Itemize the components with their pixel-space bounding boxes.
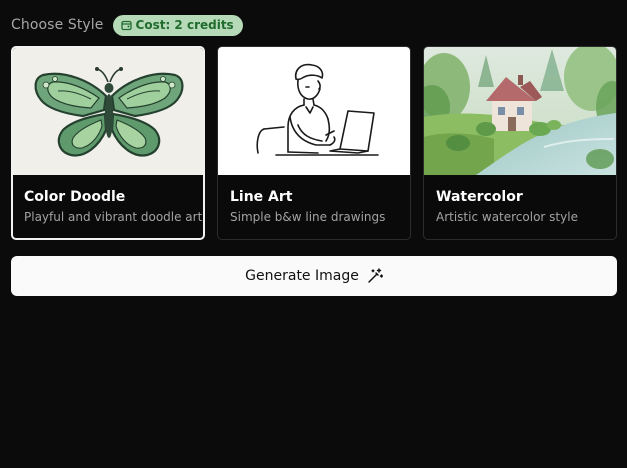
generate-button-label: Generate Image <box>245 268 359 284</box>
style-card-line-art[interactable]: Line Art Simple b&w line drawings <box>217 46 411 240</box>
watercolor-house-by-river <box>424 47 616 175</box>
card-description: Simple b&w line drawings <box>230 210 386 224</box>
style-options: Color Doodle Playful and vibrant doodle … <box>11 46 617 240</box>
card-info: Color Doodle Playful and vibrant doodle … <box>13 175 203 224</box>
cost-badge-text: Cost: 2 credits <box>135 18 234 32</box>
card-title: Watercolor <box>436 189 523 205</box>
style-header: Choose Style Cost: 2 credits <box>11 14 243 36</box>
choose-style-label: Choose Style <box>11 17 104 33</box>
generate-image-button[interactable]: Generate Image <box>11 256 617 296</box>
card-description: Artistic watercolor style <box>436 210 578 224</box>
cost-badge: Cost: 2 credits <box>112 14 243 36</box>
magic-wand-icon <box>368 268 383 283</box>
card-title: Line Art <box>230 189 293 205</box>
person-at-laptop-line-drawing <box>218 47 410 175</box>
style-card-watercolor[interactable]: Watercolor Artistic watercolor style <box>423 46 617 240</box>
card-title: Color Doodle <box>24 189 126 205</box>
butterfly-doodle-image <box>13 48 203 175</box>
card-description: Playful and vibrant doodle art <box>24 210 203 224</box>
card-info: Line Art Simple b&w line drawings <box>218 175 410 224</box>
coins-icon <box>120 20 132 30</box>
style-card-color-doodle[interactable]: Color Doodle Playful and vibrant doodle … <box>11 46 205 240</box>
card-info: Watercolor Artistic watercolor style <box>424 175 616 224</box>
